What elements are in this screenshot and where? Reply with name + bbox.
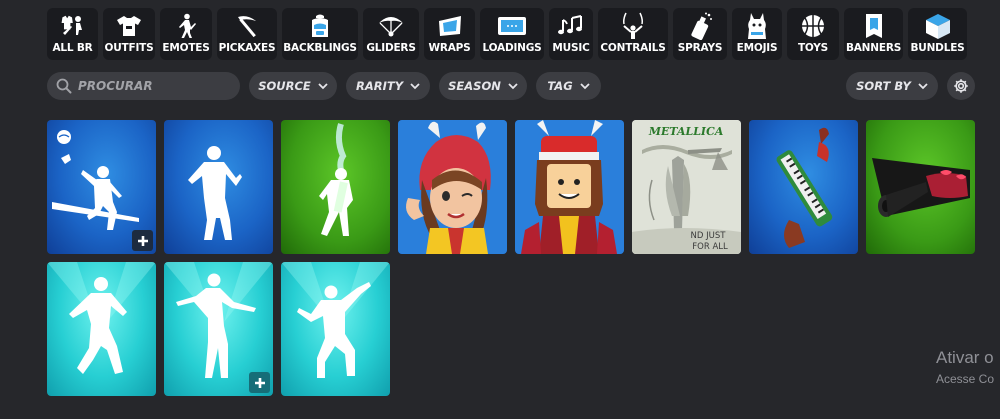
- category-label: PICKAXES: [218, 42, 276, 54]
- plus-badge: [249, 372, 270, 393]
- ball-icon: [798, 12, 828, 40]
- emote-silhouette-image: [319, 123, 353, 236]
- dancing-figure-icon: [171, 12, 201, 40]
- category-label: EMOJIS: [736, 42, 778, 54]
- loading-screen-album-image: METALLICA ND JUST FOR ALL: [632, 120, 741, 254]
- category-label: GLIDERS: [366, 42, 416, 54]
- watermark-title: Ativar o: [936, 348, 994, 367]
- category-emojis[interactable]: EMOJIS: [732, 8, 782, 60]
- settings-button[interactable]: [947, 72, 975, 100]
- item-card[interactable]: [281, 262, 390, 396]
- rarity-filter-button[interactable]: RARITY: [346, 72, 430, 100]
- category-label: MUSIC: [552, 42, 590, 54]
- season-filter-label: SEASON: [448, 79, 501, 93]
- tag-filter-button[interactable]: TAG: [536, 72, 601, 100]
- category-pickaxes[interactable]: PICKAXES: [217, 8, 277, 60]
- item-card[interactable]: [47, 262, 156, 396]
- album-logo-text: METALLICA: [648, 125, 725, 138]
- watermark-subtitle: Acesse Co: [936, 372, 995, 386]
- item-card[interactable]: METALLICA ND JUST FOR ALL: [632, 120, 741, 254]
- category-label: WRAPS: [428, 42, 471, 54]
- category-emotes[interactable]: EMOTES: [160, 8, 212, 60]
- category-outfits[interactable]: OUTFITS: [103, 8, 155, 60]
- outfit-character-image: [398, 120, 507, 254]
- shirt-icon: [114, 12, 144, 40]
- wrap-roll-image: [872, 158, 970, 217]
- category-backblings[interactable]: BACKBLINGS: [282, 8, 358, 60]
- item-card[interactable]: [749, 120, 858, 254]
- filter-bar: SOURCE RARITY SEASON TAG SORT BY: [47, 72, 975, 100]
- category-all-br[interactable]: ALL BR: [47, 8, 98, 60]
- glider-icon: [376, 12, 406, 40]
- category-music[interactable]: MUSIC: [549, 8, 593, 60]
- category-label: ALL BR: [52, 42, 93, 54]
- chevron-down-icon: [410, 82, 420, 90]
- rarity-filter-label: RARITY: [355, 79, 404, 93]
- os-activation-watermark: Ativar o Acesse Co: [936, 348, 994, 386]
- category-label: BACKBLINGS: [283, 42, 357, 54]
- banner-icon: [859, 12, 889, 40]
- spray-can-icon: [685, 12, 715, 40]
- wrap-icon: [435, 12, 465, 40]
- category-label: EMOTES: [162, 42, 210, 54]
- outfit-character-image: [515, 120, 624, 254]
- emote-silhouette-image: [188, 146, 242, 240]
- gear-icon: [953, 78, 969, 94]
- plus-badge: [132, 230, 153, 251]
- source-filter-button[interactable]: SOURCE: [249, 72, 337, 100]
- plus-icon: [254, 377, 266, 389]
- category-label: LOADINGS: [482, 42, 542, 54]
- tag-filter-label: TAG: [547, 79, 573, 93]
- item-card[interactable]: [281, 120, 390, 254]
- source-filter-label: SOURCE: [258, 79, 311, 93]
- all-br-icon: [58, 12, 88, 40]
- category-gliders[interactable]: GLIDERS: [363, 8, 419, 60]
- category-label: BANNERS: [845, 42, 902, 54]
- search-icon: [56, 78, 72, 94]
- category-bar: ALL BR OUTFITS EMOTES PICKAXES BACKBLING…: [47, 8, 967, 60]
- category-sprays[interactable]: SPRAYS: [673, 8, 727, 60]
- item-card[interactable]: [515, 120, 624, 254]
- category-label: CONTRAILS: [600, 42, 666, 54]
- backpack-icon: [305, 12, 335, 40]
- chevron-down-icon: [508, 82, 518, 90]
- item-card[interactable]: [164, 262, 273, 396]
- album-caption-text: FOR ALL: [692, 242, 728, 252]
- category-contrails[interactable]: CONTRAILS: [598, 8, 668, 60]
- item-card[interactable]: [47, 120, 156, 254]
- sort-by-label: SORT BY: [856, 79, 911, 93]
- album-caption-text: ND JUST: [691, 231, 727, 241]
- season-filter-button[interactable]: SEASON: [439, 72, 527, 100]
- emote-silhouette-image: [47, 262, 156, 374]
- search-box[interactable]: [47, 72, 240, 100]
- items-grid: METALLICA ND JUST FOR ALL: [47, 120, 975, 400]
- emote-silhouette-image: [281, 262, 390, 378]
- category-banners[interactable]: BANNERS: [844, 8, 903, 60]
- music-note-icon: [556, 12, 586, 40]
- pickaxe-icon: [232, 12, 262, 40]
- category-wraps[interactable]: WRAPS: [424, 8, 475, 60]
- sort-by-button[interactable]: SORT BY: [846, 72, 938, 100]
- chevron-down-icon: [918, 82, 928, 90]
- category-label: TOYS: [797, 42, 829, 54]
- category-label: BUNDLES: [910, 42, 965, 54]
- category-toys[interactable]: TOYS: [787, 8, 839, 60]
- item-card[interactable]: [398, 120, 507, 254]
- cosmetics-browser: ALL BR OUTFITS EMOTES PICKAXES BACKBLING…: [0, 0, 1000, 419]
- chevron-down-icon: [580, 82, 590, 90]
- contrail-icon: [618, 12, 648, 40]
- box-icon: [923, 12, 953, 40]
- category-label: OUTFITS: [104, 42, 154, 54]
- item-card[interactable]: [164, 120, 273, 254]
- search-input[interactable]: [78, 79, 228, 93]
- plus-icon: [137, 235, 149, 247]
- category-bundles[interactable]: BUNDLES: [908, 8, 967, 60]
- loading-screen-icon: [497, 12, 527, 40]
- pickaxe-keytar-image: [776, 127, 833, 248]
- item-card[interactable]: [866, 120, 975, 254]
- chevron-down-icon: [318, 82, 328, 90]
- category-loadings[interactable]: LOADINGS: [480, 8, 544, 60]
- category-label: SPRAYS: [677, 42, 723, 54]
- llama-icon: [742, 12, 772, 40]
